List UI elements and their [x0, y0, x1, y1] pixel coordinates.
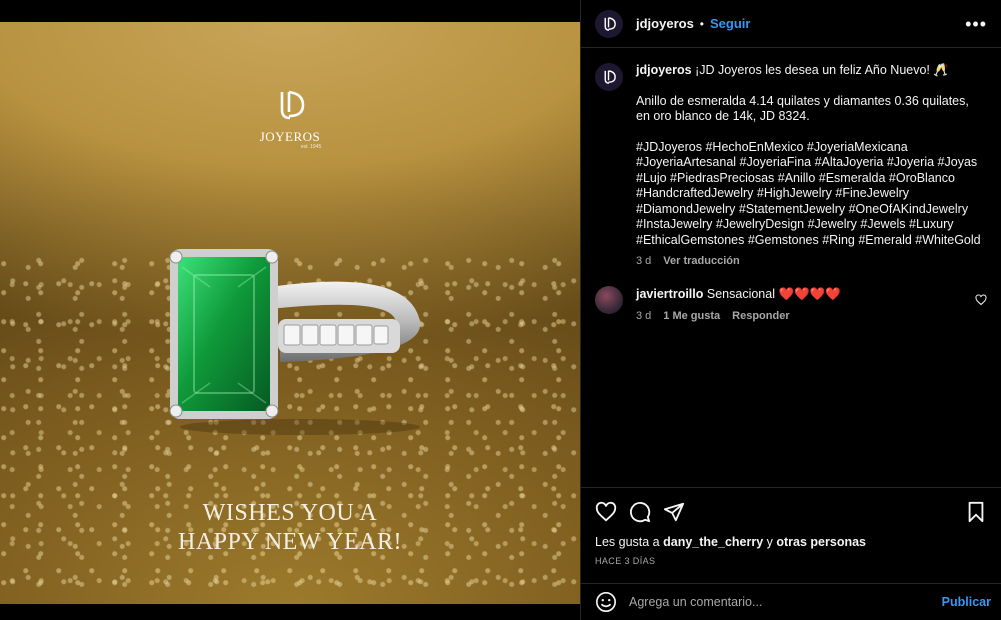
brand-established: est. 1945 [300, 144, 322, 150]
commenter-username[interactable]: javiertroillo [636, 287, 703, 301]
action-icons [595, 500, 987, 524]
add-comment-bar: Publicar [581, 583, 1001, 620]
jd-logo-icon [604, 16, 616, 31]
comments-section[interactable]: jdjoyeros ¡JD Joyeros les desea un feliz… [581, 49, 1001, 487]
comment-text: Sensacional ❤️❤️❤️❤️ [706, 286, 841, 301]
like-heart-icon[interactable] [595, 501, 617, 523]
comment-meta: 3 d 1 Me gusta Responder [636, 308, 841, 324]
caption-username[interactable]: jdjoyeros [636, 63, 692, 77]
reply-button[interactable]: Responder [732, 308, 789, 324]
post-media: JOYEROS est. 1945 WISHES YOU A HAPPY NEW… [0, 0, 580, 620]
caption-description: Anillo de esmeralda 4.14 quilates y diam… [636, 93, 969, 124]
share-send-icon[interactable] [663, 501, 685, 523]
likes-summary: Les gusta a dany_the_cherry y otras pers… [595, 535, 987, 549]
caption-time[interactable]: 3 d [636, 254, 651, 270]
save-bookmark-icon[interactable] [965, 501, 987, 523]
brand-logo: JOYEROS est. 1945 [0, 88, 580, 150]
comment-input[interactable] [629, 595, 942, 609]
commenter-avatar[interactable] [595, 285, 623, 314]
header-username[interactable]: jdjoyeros [636, 16, 694, 31]
like-comment-heart-icon[interactable] [975, 293, 987, 306]
post-time-ago[interactable]: HACE 3 DÍAS [595, 556, 987, 566]
post-actions: Les gusta a dany_the_cherry y otras pers… [581, 487, 1001, 583]
jd-logo-icon [604, 70, 616, 84]
likes-others[interactable]: otras personas [776, 535, 866, 549]
caption-greeting: ¡JD Joyeros les desea un feliz Año Nuevo… [695, 63, 949, 77]
publish-button[interactable]: Publicar [942, 595, 991, 609]
new-year-wish-line-2: HAPPY NEW YEAR! [178, 529, 402, 555]
comment-bubble-icon[interactable] [629, 501, 651, 523]
likes-user[interactable]: dany_the_cherry [663, 535, 763, 549]
post-photo[interactable]: JOYEROS est. 1945 WISHES YOU A HAPPY NEW… [0, 22, 580, 604]
comment-time[interactable]: 3 d [636, 308, 651, 324]
post-details-panel: jdjoyeros • Seguir ••• jdjoyeros ¡JD Joy… [580, 0, 1001, 620]
emoji-smiley-icon[interactable] [595, 591, 617, 613]
jd-logo-icon [280, 90, 305, 120]
caption-meta: 3 d Ver traducción [636, 254, 981, 270]
see-translation-button[interactable]: Ver traducción [663, 254, 739, 270]
comment-likes[interactable]: 1 Me gusta [663, 308, 720, 324]
brand-name: JOYEROS [259, 129, 321, 144]
comment-body: javiertroillo Sensacional ❤️❤️❤️❤️ 3 d 1… [636, 286, 841, 324]
follow-button[interactable]: Seguir [710, 16, 750, 31]
new-year-wish-line-1: WISHES YOU A [202, 500, 378, 526]
emerald-ring-illustration [169, 249, 421, 435]
caption-avatar[interactable] [595, 63, 623, 91]
post-caption: jdjoyeros ¡JD Joyeros les desea un feliz… [595, 63, 987, 270]
post-header: jdjoyeros • Seguir ••• [581, 0, 1001, 48]
likes-suffix: y [763, 535, 777, 549]
header-separator: • [699, 16, 704, 31]
more-options-icon[interactable]: ••• [965, 15, 987, 33]
likes-prefix: Les gusta a [595, 535, 664, 549]
profile-avatar[interactable] [595, 9, 623, 38]
caption-hashtags[interactable]: #JDJoyeros #HechoEnMexico #JoyeriaMexica… [636, 140, 981, 249]
comment-item: javiertroillo Sensacional ❤️❤️❤️❤️ 3 d 1… [595, 285, 987, 324]
caption-body: jdjoyeros ¡JD Joyeros les desea un feliz… [636, 63, 981, 270]
